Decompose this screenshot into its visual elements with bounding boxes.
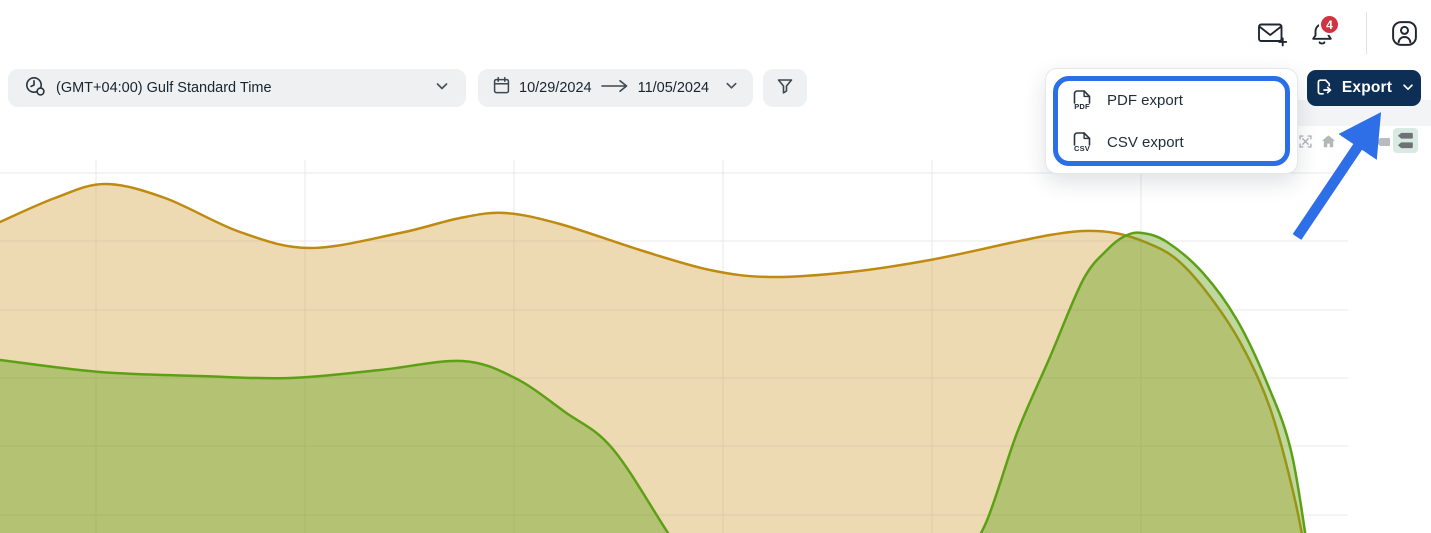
- menu-item-pdf-export[interactable]: PDF PDF export: [1072, 85, 1297, 115]
- timezone-select[interactable]: (GMT+04:00) Gulf Standard Time: [8, 69, 466, 107]
- dashboard-page: { "header": { "notification_count": "4",…: [0, 0, 1431, 533]
- chevron-down-icon: [724, 78, 739, 98]
- export-doc-icon: [1313, 77, 1333, 100]
- menu-item-label: PDF export: [1107, 92, 1183, 109]
- arrow-right-icon: [600, 79, 630, 98]
- area-chart[interactable]: [0, 160, 1348, 533]
- autoscale-icon[interactable]: [1297, 133, 1314, 153]
- chevron-down-icon: [1401, 80, 1415, 97]
- compare-hover-icon[interactable]: [1393, 128, 1418, 153]
- notification-count-badge: 4: [1319, 14, 1340, 35]
- calendar-icon: [492, 76, 511, 100]
- export-dropdown-menu: PDF PDF export CSV CSV export: [1045, 68, 1298, 174]
- timezone-clock-icon: [24, 75, 46, 102]
- menu-item-csv-export[interactable]: CSV CSV export: [1072, 127, 1297, 157]
- menu-item-label: CSV export: [1107, 134, 1184, 151]
- csv-file-icon: CSV: [1072, 131, 1092, 153]
- date-start-label: 10/29/2024: [519, 80, 592, 96]
- export-button-label: Export: [1342, 79, 1392, 97]
- export-button[interactable]: Export: [1307, 70, 1421, 106]
- pdf-file-icon: PDF: [1072, 89, 1092, 111]
- chevron-down-icon: [434, 78, 450, 99]
- header-divider: [1366, 12, 1367, 54]
- user-profile-icon[interactable]: [1390, 19, 1419, 51]
- filter-button[interactable]: [763, 69, 807, 107]
- date-end-label: 11/05/2024: [638, 80, 710, 96]
- date-range-picker[interactable]: 10/29/2024 11/05/2024: [478, 69, 753, 107]
- filter-funnel-icon: [775, 76, 795, 101]
- compose-mail-icon[interactable]: [1257, 21, 1288, 51]
- closest-hover-icon[interactable]: [1375, 136, 1391, 151]
- reset-axes-home-icon[interactable]: [1320, 133, 1337, 153]
- timezone-label: (GMT+04:00) Gulf Standard Time: [56, 80, 272, 96]
